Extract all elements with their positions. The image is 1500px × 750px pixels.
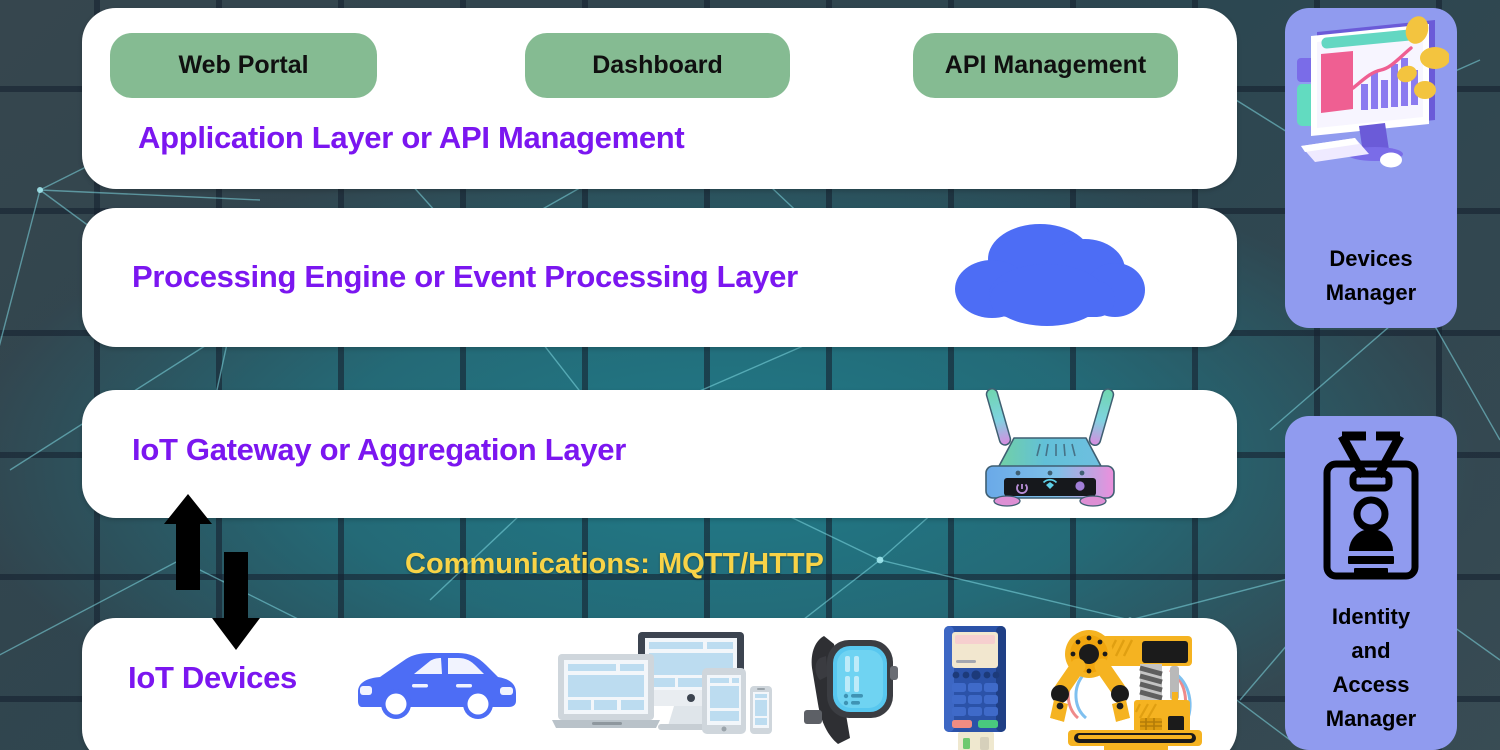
monitor-dashboard-icon [1297, 16, 1449, 168]
pill-dashboard-label: Dashboard [592, 51, 723, 79]
smartwatch-icon [804, 636, 898, 744]
side-panel-devices-manager-label: Devices Manager [1320, 242, 1422, 310]
pill-web-portal[interactable]: Web Portal [110, 33, 377, 98]
identity-manager-label-line1: Identity [1331, 603, 1411, 629]
car-icon [358, 653, 516, 719]
pill-api-management[interactable]: API Management [913, 33, 1178, 98]
pos-terminal-icon [944, 626, 1006, 750]
identity-manager-label-line4: Manager [1325, 705, 1417, 731]
side-panel-identity-manager-label: Identity and Access Manager [1320, 600, 1422, 736]
identity-manager-label-line2: and [1351, 637, 1391, 663]
application-layer-card: Web Portal Dashboard API Management Appl… [82, 8, 1237, 189]
side-panel-identity-manager[interactable]: Identity and Access Manager [1285, 416, 1457, 750]
communications-label: Communications: MQTT/HTTP [405, 548, 824, 580]
devices-manager-label-line1: Devices [1329, 245, 1413, 271]
wifi-router-icon [985, 388, 1115, 507]
processing-layer-title: Processing Engine or Event Processing La… [132, 259, 798, 294]
gateway-layer-title: IoT Gateway or Aggregation Layer [132, 432, 626, 467]
cloud-icon [955, 224, 1145, 326]
pill-web-portal-label: Web Portal [178, 51, 309, 79]
identity-manager-label-line3: Access [1332, 671, 1410, 697]
pill-dashboard[interactable]: Dashboard [525, 33, 790, 98]
devices-manager-label-line2: Manager [1325, 279, 1417, 305]
id-badge-icon [1323, 431, 1419, 580]
arrow-up-icon [164, 494, 212, 590]
application-layer-title: Application Layer or API Management [138, 120, 685, 155]
communications-arrows [164, 494, 260, 650]
pill-api-management-label: API Management [944, 51, 1147, 79]
multi-device-icon [552, 632, 772, 734]
processing-layer-card: Processing Engine or Event Processing La… [82, 208, 1237, 347]
robot-arm-icon [1048, 630, 1202, 750]
side-panel-devices-manager[interactable]: Devices Manager [1285, 8, 1457, 328]
devices-layer-title: IoT Devices [128, 660, 298, 695]
arrow-down-icon [212, 552, 260, 650]
